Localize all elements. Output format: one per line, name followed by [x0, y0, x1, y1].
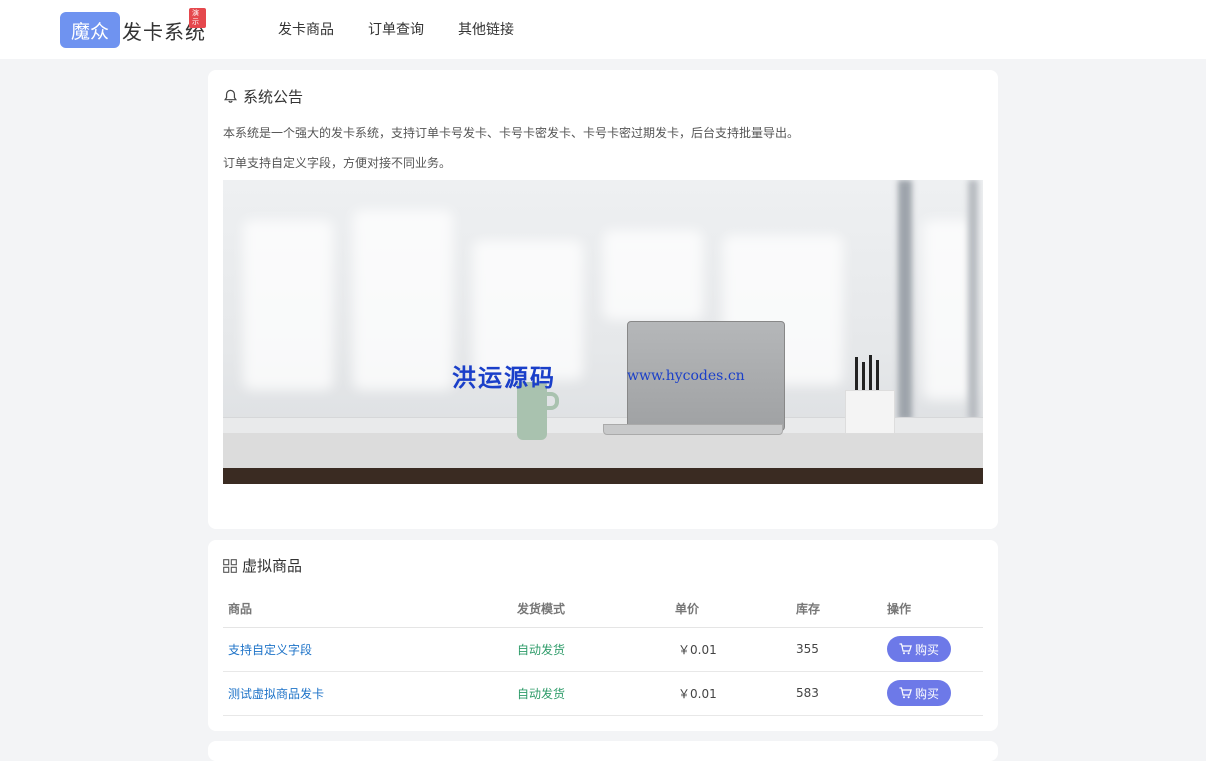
- goods-link[interactable]: 测试虚拟商品发卡: [228, 687, 324, 701]
- main-nav: 发卡商品 订单查询 其他链接: [278, 20, 548, 40]
- delivery-mode: 自动发货: [512, 627, 670, 672]
- table-row: 支持自定义字段 自动发货 ￥0.01 355 购买: [223, 627, 983, 672]
- col-header-mode: 发货模式: [512, 590, 670, 628]
- goods-card: 虚拟商品 商品 发货模式 单价 库存 操作 支持自定义字段 自动发货 ￥0.01…: [208, 540, 998, 731]
- nav-item-goods[interactable]: 发卡商品: [278, 20, 334, 40]
- goods-link[interactable]: 支持自定义字段: [228, 643, 312, 657]
- col-header-price: 单价: [670, 590, 791, 628]
- grid-icon: [223, 558, 237, 573]
- nav-item-other-links[interactable]: 其他链接: [458, 20, 514, 40]
- unit-price: ￥0.01: [670, 671, 791, 716]
- goods-table: 商品 发货模式 单价 库存 操作 支持自定义字段 自动发货 ￥0.01 355: [223, 590, 983, 716]
- goods-header: 虚拟商品: [223, 555, 302, 576]
- banner-watermark-text: 洪运源码: [452, 363, 556, 392]
- table-header-row: 商品 发货模式 单价 库存 操作: [223, 590, 983, 628]
- stock-count: 583: [791, 671, 882, 716]
- buy-button-label: 购买: [915, 686, 940, 701]
- notice-title: 系统公告: [243, 88, 304, 106]
- nav-item-order-query[interactable]: 订单查询: [368, 20, 424, 40]
- buy-button-label: 购买: [915, 642, 940, 657]
- col-header-action: 操作: [882, 590, 983, 628]
- col-header-goods: 商品: [223, 590, 512, 628]
- col-header-stock: 库存: [791, 590, 882, 628]
- cart-icon: [899, 687, 912, 699]
- demo-badge: 演示: [189, 8, 206, 28]
- logo-mark: 魔众: [60, 12, 120, 48]
- bell-icon: [224, 89, 237, 103]
- table-row: 测试虚拟商品发卡 自动发货 ￥0.01 583 购买: [223, 671, 983, 716]
- buy-button[interactable]: 购买: [887, 680, 952, 706]
- buy-button[interactable]: 购买: [887, 636, 952, 662]
- stock-count: 355: [791, 627, 882, 672]
- delivery-mode: 自动发货: [512, 671, 670, 716]
- next-card: [208, 741, 998, 761]
- notice-banner-image: 洪运源码 www.hycodes.cn: [223, 180, 983, 484]
- notice-text-2: 订单支持自定义字段，方便对接不同业务。: [223, 156, 452, 170]
- cart-icon: [899, 643, 912, 655]
- notice-card: 系统公告 本系统是一个强大的发卡系统，支持订单卡号发卡、卡号卡密发卡、卡号卡密过…: [208, 70, 998, 529]
- goods-title: 虚拟商品: [242, 557, 303, 575]
- site-logo[interactable]: 魔众 发卡系统 演示: [60, 8, 206, 48]
- notice-text-1: 本系统是一个强大的发卡系统，支持订单卡号发卡、卡号卡密发卡、卡号卡密过期发卡，后…: [223, 126, 800, 140]
- banner-watermark-url: www.hycodes.cn: [627, 368, 745, 384]
- top-navbar: 魔众 发卡系统 演示 发卡商品 订单查询 其他链接: [0, 0, 1206, 59]
- notice-header: 系统公告: [223, 86, 303, 107]
- unit-price: ￥0.01: [670, 627, 791, 672]
